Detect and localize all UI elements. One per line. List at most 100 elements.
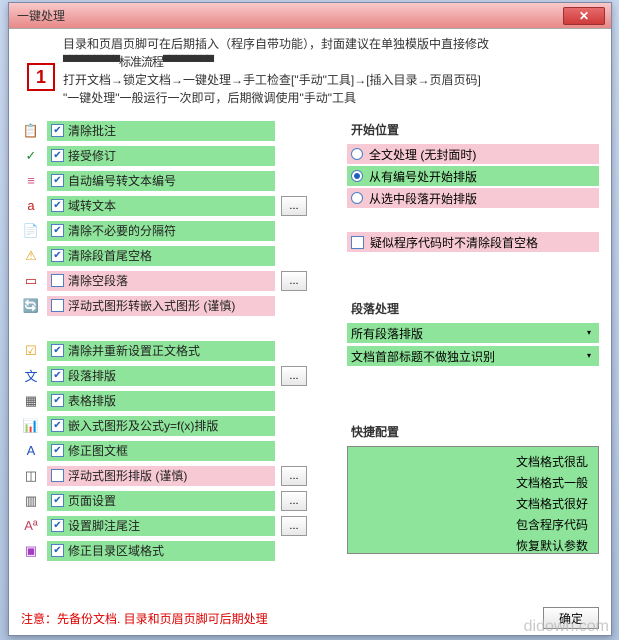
checkbox-wrap[interactable]: 表格排版 bbox=[47, 391, 275, 411]
checkbox[interactable] bbox=[51, 199, 64, 212]
checkbox[interactable] bbox=[51, 419, 64, 432]
para-dropdown-2[interactable]: 文档首部标题不做独立识别 ▾ bbox=[347, 346, 599, 366]
warning-text: 注意：先备份文档. 目录和页眉页脚可后期处理 bbox=[21, 610, 268, 627]
checkbox[interactable] bbox=[51, 224, 64, 237]
row-icon: 📄 bbox=[21, 222, 41, 240]
checkbox[interactable] bbox=[51, 469, 64, 482]
ok-button[interactable]: 确定 bbox=[543, 607, 599, 629]
quick-item[interactable]: 恢复默认参数 bbox=[516, 537, 588, 554]
row-icon: ≡ bbox=[21, 172, 41, 190]
checkbox-wrap[interactable]: 嵌入式图形及公式y=f(x)排版 bbox=[47, 416, 275, 436]
checkbox-label: 段落排版 bbox=[68, 367, 116, 384]
quick-item[interactable]: 包含程序代码 bbox=[516, 516, 588, 533]
checkbox-wrap[interactable]: 修正图文框 bbox=[47, 441, 275, 461]
radio-label: 从选中段落开始排版 bbox=[369, 190, 477, 207]
checkbox[interactable] bbox=[51, 544, 64, 557]
paragraph-title: 段落处理 bbox=[351, 300, 599, 317]
checkbox-label: 设置脚注尾注 bbox=[68, 517, 140, 534]
checkbox-wrap[interactable]: 设置脚注尾注 bbox=[47, 516, 275, 536]
checkbox-wrap[interactable]: 浮动式图形转嵌入式图形 (谨慎) bbox=[47, 296, 275, 316]
suspect-label: 疑似程序代码时不清除段首空格 bbox=[370, 234, 538, 251]
checkbox-label: 接受修订 bbox=[68, 147, 116, 164]
checkbox-wrap[interactable]: 清除批注 bbox=[47, 121, 275, 141]
checkbox[interactable] bbox=[51, 174, 64, 187]
dropdown-label: 文档首部标题不做独立识别 bbox=[351, 348, 495, 365]
checkbox-wrap[interactable]: 页面设置 bbox=[47, 491, 275, 511]
start-option[interactable]: 从有编号处开始排版 bbox=[347, 166, 599, 186]
close-button[interactable]: ✕ bbox=[563, 7, 605, 25]
footer: 注意：先备份文档. 目录和页眉页脚可后期处理 确定 bbox=[21, 607, 599, 629]
radio[interactable] bbox=[351, 148, 363, 160]
header-block: 1 目录和页眉页脚可在后期插入（程序自带功能），封面建议在单独模版中直接修改 ▀… bbox=[9, 29, 611, 109]
checkbox[interactable] bbox=[51, 274, 64, 287]
quick-config-box: 文档格式很乱文档格式一般文档格式很好包含程序代码恢复默认参数 bbox=[347, 446, 599, 554]
dropdown-label: 所有段落排版 bbox=[351, 325, 423, 342]
more-button[interactable]: ... bbox=[281, 491, 307, 511]
option-row: ▦ 表格排版 bbox=[21, 389, 331, 412]
header-line-2: ▀▀▀▀▀▀▀▀▀标准流程▀▀▀▀▀▀▀▀ bbox=[63, 53, 599, 71]
more-button[interactable]: ... bbox=[281, 196, 307, 216]
checkbox-wrap[interactable]: 接受修订 bbox=[47, 146, 275, 166]
checkbox[interactable] bbox=[51, 299, 64, 312]
row-icon: 📊 bbox=[21, 417, 41, 435]
row-icon: ◫ bbox=[21, 467, 41, 485]
row-icon: ⚠ bbox=[21, 247, 41, 265]
checkbox-wrap[interactable]: 清除不必要的分隔符 bbox=[47, 221, 275, 241]
option-row: ⚠ 清除段首尾空格 bbox=[21, 244, 331, 267]
radio[interactable] bbox=[351, 192, 363, 204]
para-dropdown-1[interactable]: 所有段落排版 ▾ bbox=[347, 323, 599, 343]
suspect-code-option[interactable]: 疑似程序代码时不清除段首空格 bbox=[347, 232, 599, 252]
checkbox-wrap[interactable]: 修正目录区域格式 bbox=[47, 541, 275, 561]
radio[interactable] bbox=[351, 170, 363, 182]
header-line-3: 打开文档→锁定文档→一键处理→手工检查["手动"工具]→[插入目录→页眉页码] bbox=[63, 71, 599, 89]
checkbox-label: 浮动式图形排版 (谨慎) bbox=[68, 467, 187, 484]
radio-label: 全文处理 (无封面时) bbox=[369, 146, 476, 163]
checkbox-wrap[interactable]: 段落排版 bbox=[47, 366, 275, 386]
quick-item[interactable]: 文档格式很好 bbox=[516, 495, 588, 512]
step-one-icon: 1 bbox=[27, 63, 55, 91]
row-icon: 📋 bbox=[21, 122, 41, 140]
checkbox[interactable] bbox=[51, 344, 64, 357]
suspect-checkbox[interactable] bbox=[351, 236, 364, 249]
row-icon: ▦ bbox=[21, 392, 41, 410]
checkbox[interactable] bbox=[51, 394, 64, 407]
checkbox-wrap[interactable]: 清除空段落 bbox=[47, 271, 275, 291]
checkbox-wrap[interactable]: 自动编号转文本编号 bbox=[47, 171, 275, 191]
more-button[interactable]: ... bbox=[281, 271, 307, 291]
more-button[interactable]: ... bbox=[281, 366, 307, 386]
row-icon: ✓ bbox=[21, 147, 41, 165]
checkbox-wrap[interactable]: 域转文本 bbox=[47, 196, 275, 216]
checkbox[interactable] bbox=[51, 249, 64, 262]
start-option[interactable]: 从选中段落开始排版 bbox=[347, 188, 599, 208]
checkbox-wrap[interactable]: 清除段首尾空格 bbox=[47, 246, 275, 266]
quick-config-title: 快捷配置 bbox=[351, 423, 599, 440]
checkbox[interactable] bbox=[51, 369, 64, 382]
checkbox[interactable] bbox=[51, 494, 64, 507]
more-button[interactable]: ... bbox=[281, 516, 307, 536]
quick-item[interactable]: 文档格式很乱 bbox=[516, 453, 588, 470]
row-icon: 文 bbox=[21, 367, 41, 385]
radio-label: 从有编号处开始排版 bbox=[369, 168, 477, 185]
more-button[interactable]: ... bbox=[281, 466, 307, 486]
option-row: ▭ 清除空段落... bbox=[21, 269, 331, 292]
row-icon: ▥ bbox=[21, 492, 41, 510]
option-row: 🔄浮动式图形转嵌入式图形 (谨慎) bbox=[21, 294, 331, 317]
option-row: ▥ 页面设置... bbox=[21, 489, 331, 512]
checkbox[interactable] bbox=[51, 444, 64, 457]
checkbox[interactable] bbox=[51, 124, 64, 137]
start-option[interactable]: 全文处理 (无封面时) bbox=[347, 144, 599, 164]
dialog-window: 一键处理 ✕ 1 目录和页眉页脚可在后期插入（程序自带功能），封面建议在单独模版… bbox=[8, 2, 612, 636]
checkbox-wrap[interactable]: 清除并重新设置正文格式 bbox=[47, 341, 275, 361]
option-row: Aª设置脚注尾注... bbox=[21, 514, 331, 537]
row-icon: ▭ bbox=[21, 272, 41, 290]
checkbox[interactable] bbox=[51, 519, 64, 532]
checkbox-wrap[interactable]: 浮动式图形排版 (谨慎) bbox=[47, 466, 275, 486]
chevron-down-icon: ▾ bbox=[583, 327, 595, 337]
option-row: ≡ 自动编号转文本编号 bbox=[21, 169, 331, 192]
checkbox-label: 域转文本 bbox=[68, 197, 116, 214]
right-pane: 开始位置 全文处理 (无封面时)从有编号处开始排版从选中段落开始排版 疑似程序代… bbox=[347, 119, 599, 564]
quick-item[interactable]: 文档格式一般 bbox=[516, 474, 588, 491]
option-row: 📄 清除不必要的分隔符 bbox=[21, 219, 331, 242]
checkbox[interactable] bbox=[51, 149, 64, 162]
row-icon: A bbox=[21, 442, 41, 460]
